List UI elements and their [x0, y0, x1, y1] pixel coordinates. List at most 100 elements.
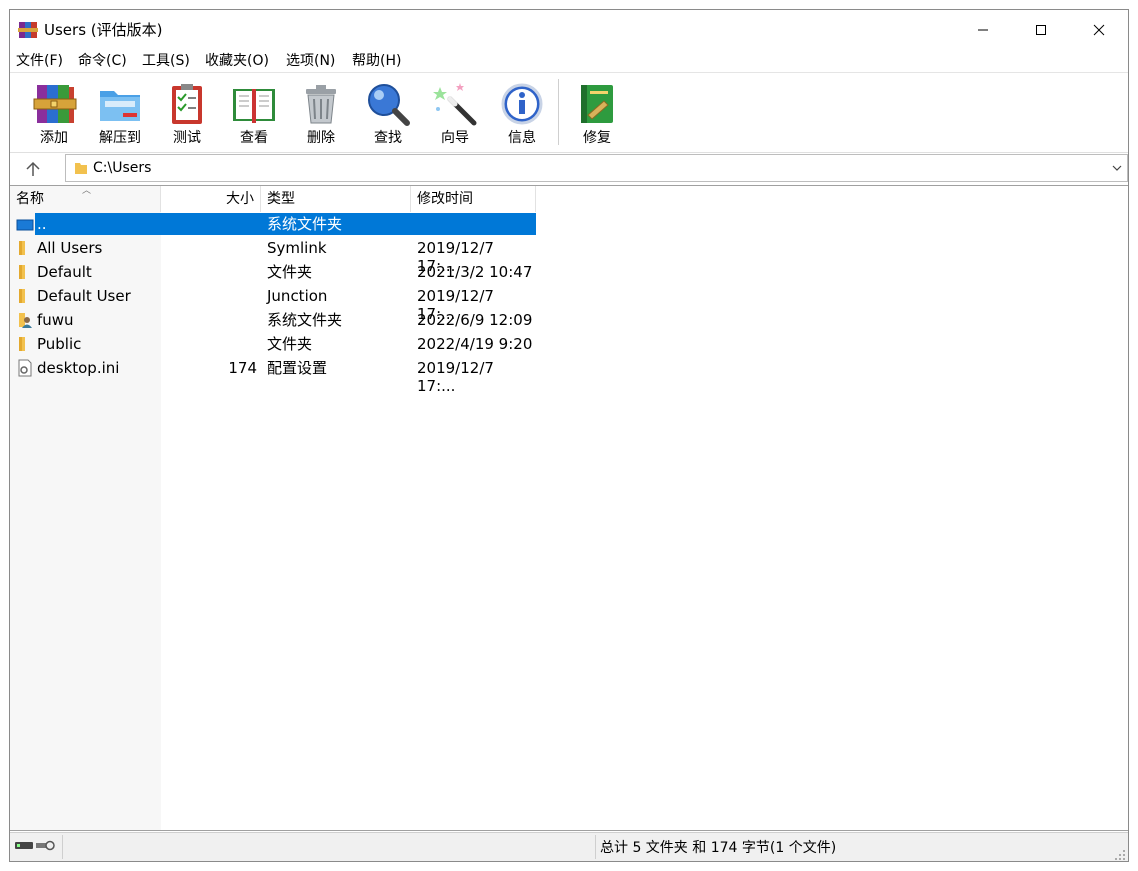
row-name: Default User — [37, 287, 131, 305]
magnifier-icon — [368, 84, 410, 126]
info-icon — [501, 83, 543, 125]
close-button[interactable] — [1070, 10, 1128, 50]
path-text: C:\Users — [93, 160, 152, 176]
column-header-type[interactable]: 类型 — [261, 186, 411, 212]
row-type: Symlink — [267, 239, 327, 257]
add-button[interactable]: 添加 — [24, 79, 84, 147]
row-type: Junction — [267, 287, 328, 305]
row-type: 文件夹 — [267, 263, 313, 281]
repair-label: 修复 — [583, 130, 611, 146]
path-combobox[interactable]: C:\Users — [65, 154, 1128, 182]
winrar-window: Users (评估版本) 文件(F) 命令(C) 工具(S) 收藏夹(O) 选项… — [9, 9, 1129, 862]
repair-book-icon — [581, 85, 613, 123]
toolbar: 添加 解压到 测试 查看 删除 查找 向导 信息 修复 — [10, 72, 1128, 153]
status-divider — [595, 835, 596, 859]
table-row[interactable]: Public 文件夹 2022/4/19 9:20 — [10, 332, 536, 356]
settings-file-icon — [18, 359, 32, 377]
test-label: 测试 — [173, 130, 201, 146]
minimize-button[interactable] — [954, 10, 1012, 50]
column-headers: ︿ 名称 大小 类型 修改时间 — [10, 186, 536, 212]
drive-key-icon[interactable] — [14, 838, 59, 854]
repair-button[interactable]: 修复 — [567, 79, 627, 147]
folder-extract-icon — [100, 91, 140, 121]
archive-books-icon — [33, 85, 77, 123]
row-size: 174 — [228, 359, 257, 377]
column-type-label: 类型 — [267, 191, 295, 207]
view-label: 查看 — [240, 130, 268, 146]
open-book-icon — [233, 89, 275, 123]
menu-bar: 文件(F) 命令(C) 工具(S) 收藏夹(O) 选项(N) 帮助(H) — [10, 50, 1128, 72]
chevron-down-icon[interactable] — [1111, 163, 1123, 173]
column-modified-label: 修改时间 — [417, 191, 473, 207]
row-name: Default — [37, 263, 92, 281]
menu-help[interactable]: 帮助(H) — [352, 51, 401, 71]
find-button[interactable]: 查找 — [358, 79, 418, 147]
maximize-icon — [1036, 25, 1046, 35]
minimize-icon — [978, 29, 988, 31]
menu-tools[interactable]: 工具(S) — [142, 51, 190, 71]
arrow-up-icon — [26, 161, 40, 176]
status-bar: 总计 5 文件夹 和 174 字节(1 个文件) — [10, 832, 1128, 861]
row-modified: 2019/12/7 17:... — [417, 359, 494, 395]
maximize-button[interactable] — [1012, 10, 1070, 50]
drive-icon — [16, 219, 34, 231]
folder-icon — [19, 337, 25, 351]
delete-label: 删除 — [307, 130, 335, 146]
row-name: fuwu — [37, 311, 74, 329]
delete-button[interactable]: 删除 — [291, 79, 351, 147]
row-modified: 2021/3/2 10:47 — [417, 263, 533, 281]
resize-grip-icon[interactable] — [1114, 849, 1126, 861]
winrar-app-icon — [18, 22, 38, 38]
toolbar-separator — [558, 79, 559, 145]
window-title: Users (评估版本) — [44, 21, 163, 39]
menu-file[interactable]: 文件(F) — [16, 51, 63, 71]
column-header-modified[interactable]: 修改时间 — [411, 186, 536, 212]
column-header-name[interactable]: ︿ 名称 — [10, 186, 161, 212]
menu-options[interactable]: 选项(N) — [286, 51, 335, 71]
row-name: All Users — [37, 239, 103, 257]
row-name: desktop.ini — [37, 359, 120, 377]
info-label: 信息 — [508, 130, 536, 146]
file-list: ︿ 名称 大小 类型 修改时间 .. 系统文件夹 All Users Symli… — [10, 185, 1128, 831]
row-name: .. — [37, 215, 47, 233]
row-modified: 2022/4/19 9:20 — [417, 335, 533, 353]
column-name-label: 名称 — [16, 191, 44, 207]
extract-to-label: 解压到 — [99, 130, 141, 146]
folder-icon — [19, 241, 25, 255]
row-type: 系统文件夹 — [267, 215, 343, 233]
trash-can-icon — [306, 85, 336, 124]
find-label: 查找 — [374, 130, 402, 146]
table-row[interactable]: Default User Junction 2019/12/7 17:... — [10, 284, 536, 323]
table-row[interactable]: fuwu 系统文件夹 2022/6/9 12:09 — [10, 308, 536, 332]
magic-wand-icon — [433, 83, 477, 126]
address-bar: C:\Users — [10, 152, 1128, 185]
table-row[interactable]: desktop.ini 174 配置设置 2019/12/7 17:... — [10, 356, 536, 395]
wizard-button[interactable]: 向导 — [425, 79, 485, 147]
menu-favorites[interactable]: 收藏夹(O) — [205, 51, 269, 71]
column-size-label: 大小 — [226, 191, 254, 207]
test-button[interactable]: 测试 — [157, 79, 217, 147]
row-type: 系统文件夹 — [267, 311, 343, 329]
folder-icon — [19, 289, 25, 303]
sort-ascending-icon: ︿ — [82, 186, 92, 196]
table-row[interactable]: Default 文件夹 2021/3/2 10:47 — [10, 260, 536, 284]
table-row-parent[interactable]: .. 系统文件夹 — [10, 212, 536, 236]
wizard-label: 向导 — [441, 130, 469, 146]
up-folder-button[interactable] — [18, 157, 48, 181]
folder-icon — [75, 163, 87, 174]
row-modified: 2022/6/9 12:09 — [417, 311, 533, 329]
row-type: 配置设置 — [267, 359, 328, 377]
info-button[interactable]: 信息 — [492, 79, 552, 147]
extract-to-button[interactable]: 解压到 — [90, 79, 150, 147]
clipboard-check-icon — [172, 84, 202, 124]
add-label: 添加 — [40, 130, 68, 146]
row-type: 文件夹 — [267, 335, 313, 353]
view-button[interactable]: 查看 — [224, 79, 284, 147]
status-summary: 总计 5 文件夹 和 174 字节(1 个文件) — [600, 840, 837, 856]
column-header-size[interactable]: 大小 — [161, 186, 261, 212]
menu-commands[interactable]: 命令(C) — [78, 51, 127, 71]
status-divider — [62, 835, 63, 859]
user-folder-icon — [19, 313, 32, 328]
table-row[interactable]: All Users Symlink 2019/12/7 17:... — [10, 236, 536, 275]
row-name: Public — [37, 335, 82, 353]
